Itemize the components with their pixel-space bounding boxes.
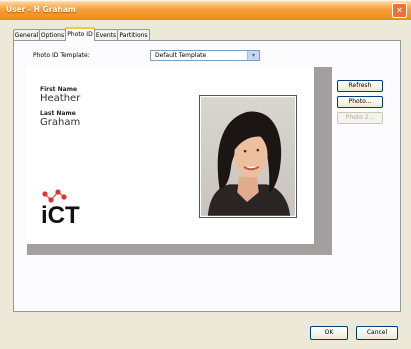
user-photo	[199, 95, 297, 218]
ok-button[interactable]: OK	[310, 326, 348, 340]
title-bar[interactable]: User - H Graham ✕	[0, 0, 411, 20]
tab-options[interactable]: Options	[39, 29, 66, 40]
cancel-button[interactable]: Cancel	[356, 326, 398, 340]
photo-button[interactable]: Photo...	[337, 96, 383, 108]
tab-partitions[interactable]: Partitions	[117, 29, 150, 40]
window-title: User - H Graham	[6, 5, 76, 14]
close-icon: ✕	[396, 6, 403, 15]
first-name-value: Heather	[40, 93, 81, 104]
user-dialog: User - H Graham ✕ General Options Photo …	[0, 0, 411, 349]
logo-text: iCT	[41, 202, 80, 229]
tab-general[interactable]: General	[13, 29, 40, 40]
close-button[interactable]: ✕	[392, 3, 407, 18]
photo2-button[interactable]: Photo 2...	[337, 112, 383, 124]
chevron-down-icon[interactable]: ▾	[247, 51, 259, 60]
tab-photo-id[interactable]: Photo ID	[65, 27, 95, 41]
last-name-value: Graham	[40, 117, 81, 128]
template-value: Default Template	[155, 52, 207, 59]
template-select[interactable]: Default Template ▾	[150, 50, 260, 61]
ict-logo: iCT	[41, 189, 80, 229]
tab-events[interactable]: Events	[94, 29, 118, 40]
refresh-button[interactable]: Refresh	[337, 80, 383, 92]
logo-network-icon	[42, 189, 67, 203]
template-label: Photo ID Template:	[33, 52, 90, 59]
last-name-label: Last Name	[40, 110, 76, 117]
first-name-label: First Name	[40, 86, 78, 93]
